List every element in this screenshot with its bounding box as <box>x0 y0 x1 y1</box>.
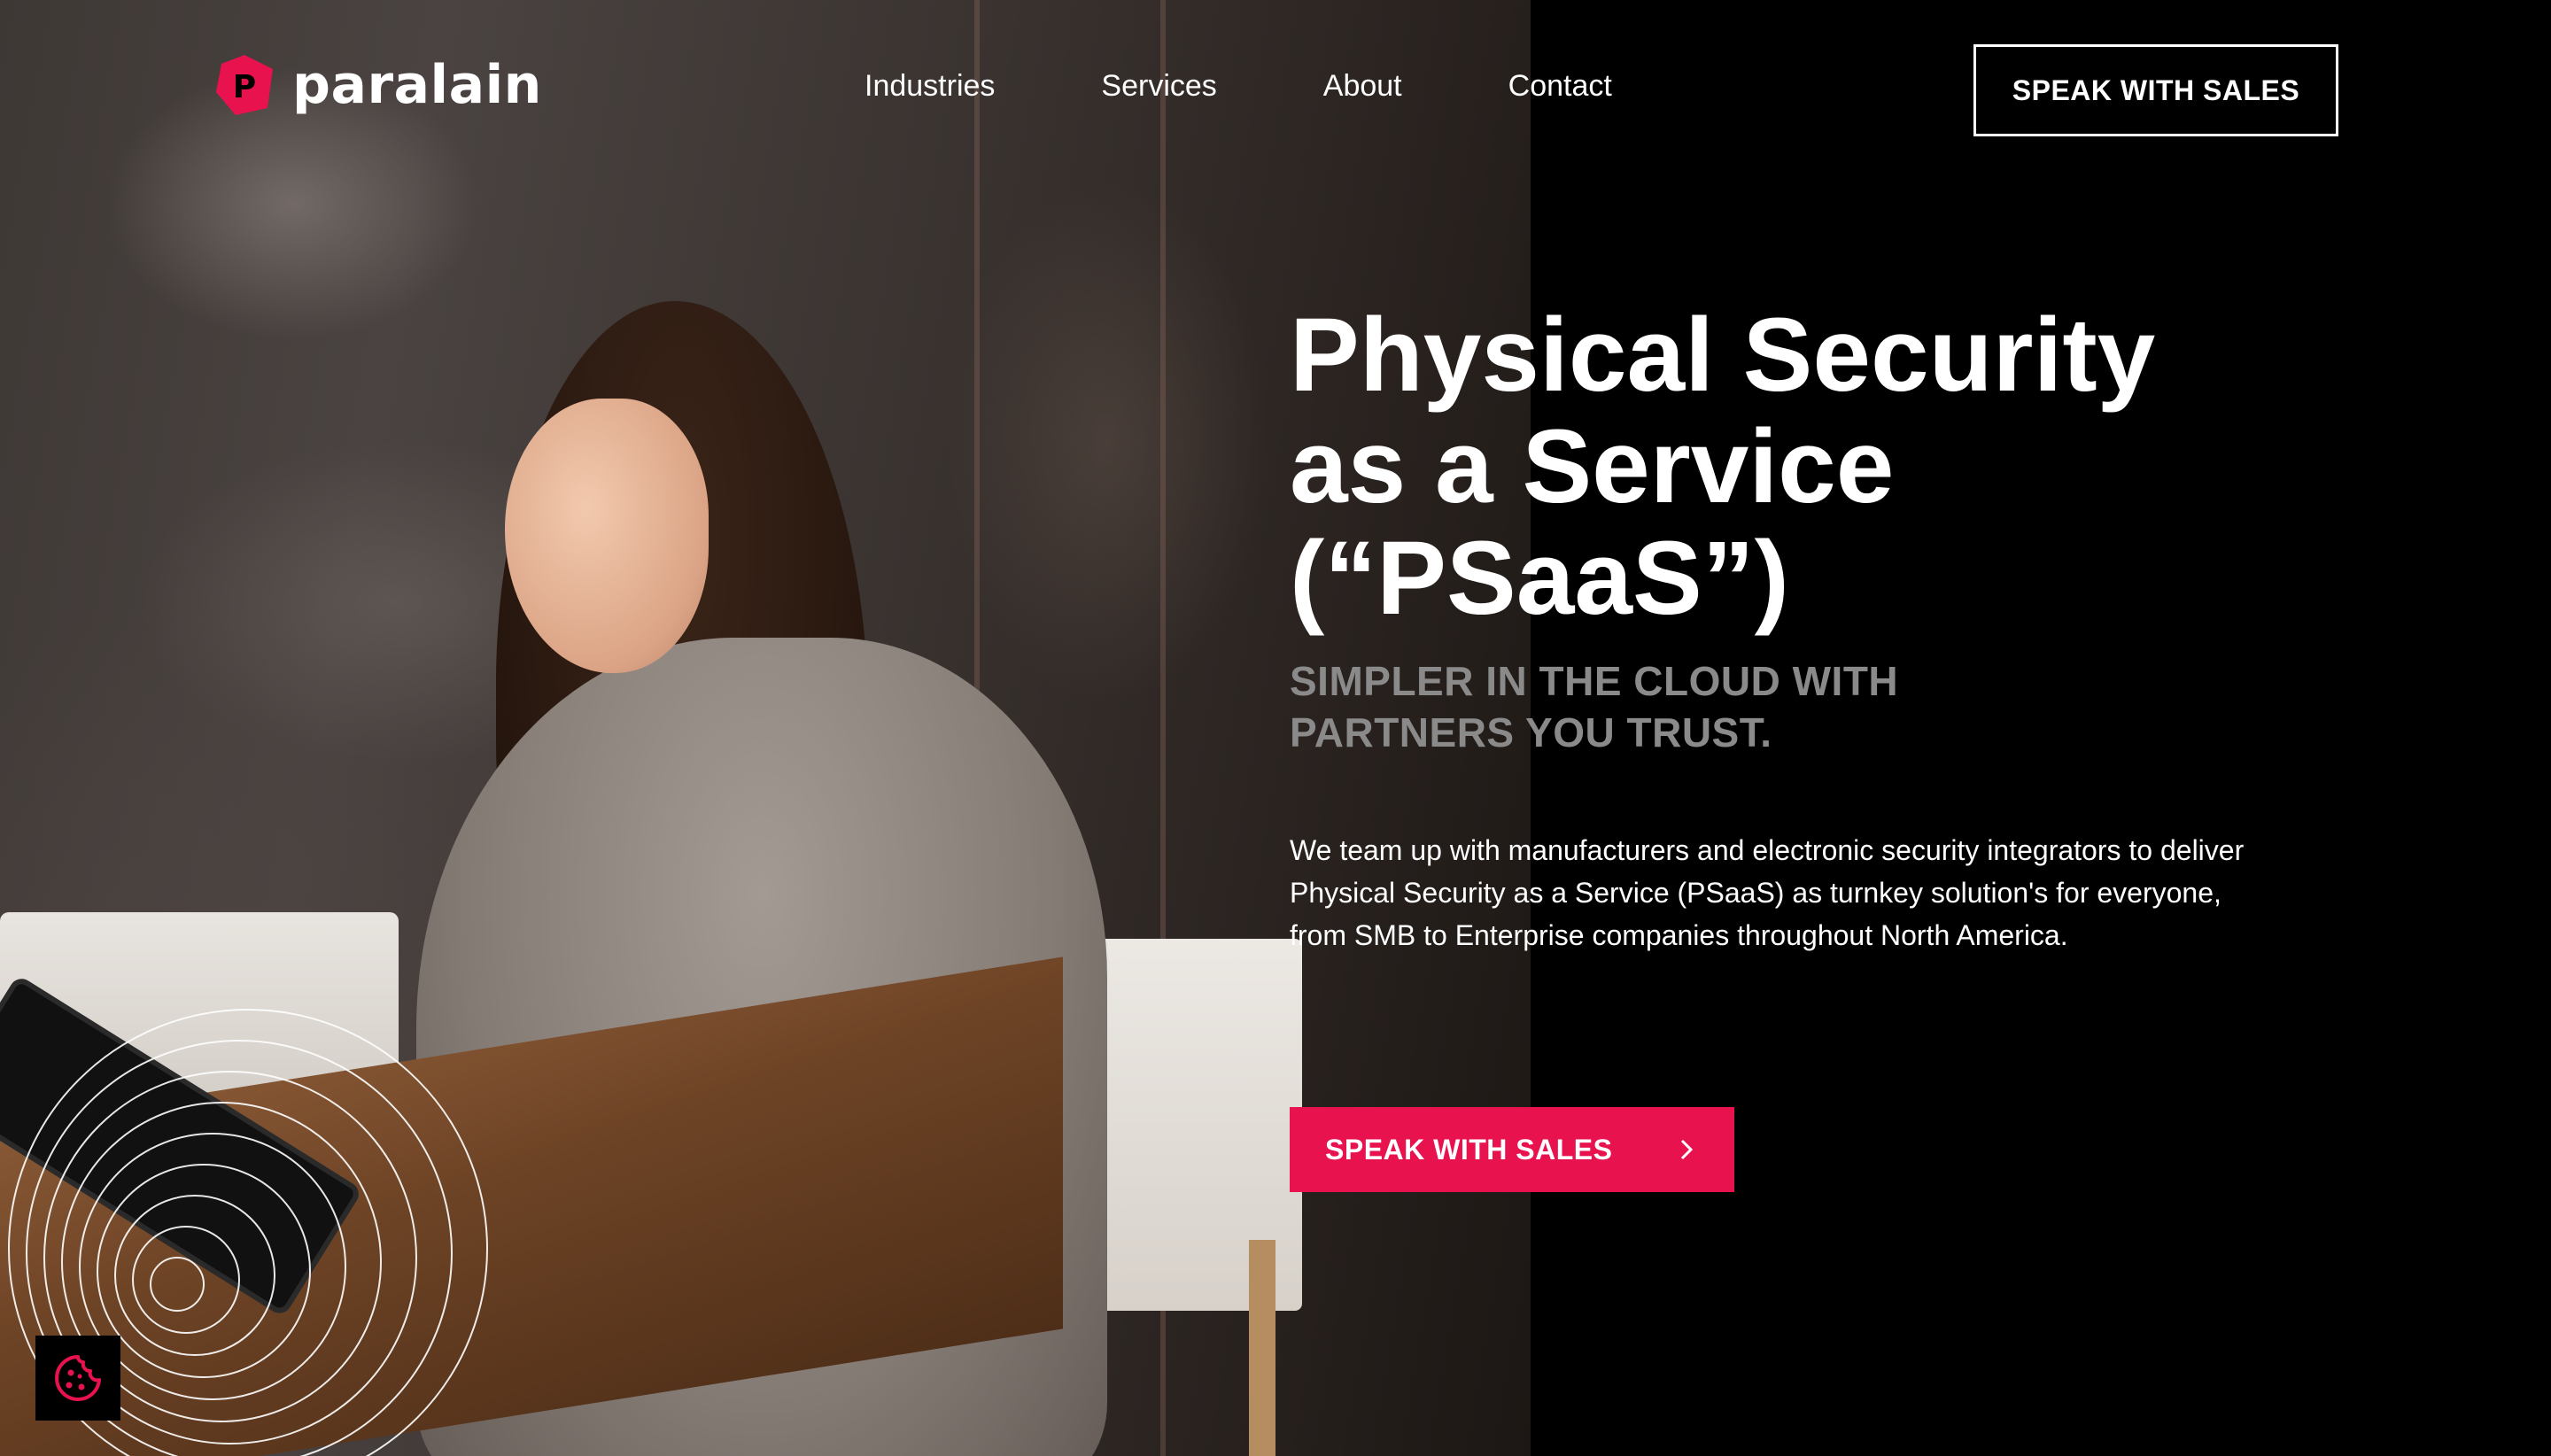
hero-title-line: as a Service <box>1290 408 1895 525</box>
hero-description: We team up with manufacturers and electr… <box>1290 834 2245 951</box>
nav-item-industries[interactable]: Industries <box>865 69 995 104</box>
cookie-icon <box>55 1355 101 1401</box>
hero-subtitle-line: SIMPLER IN THE CLOUD WITH <box>1290 658 1899 704</box>
logo-mark-icon: P <box>216 55 273 115</box>
hero-title-line: (“PSaaS”) <box>1290 520 1789 637</box>
nav-item-services[interactable]: Services <box>1101 69 1216 104</box>
chair-leg <box>1249 1240 1276 1456</box>
hero-subtitle-line: PARTNERS YOU TRUST. <box>1290 709 1772 755</box>
hero-title-line: Physical Security <box>1290 297 2156 414</box>
svg-text:P: P <box>233 69 256 105</box>
hero-title: Physical Security as a Service (“PSaaS”) <box>1290 299 2264 634</box>
nav-item-contact[interactable]: Contact <box>1508 69 1612 104</box>
main-nav: Industries Services About Contact <box>865 69 1612 104</box>
hero-subtitle: SIMPLER IN THE CLOUD WITH PARTNERS YOU T… <box>1290 655 2087 758</box>
brand-name: paralain <box>292 54 542 116</box>
hero-cta-label: SPEAK WITH SALES <box>1325 1133 1613 1166</box>
brand-logo[interactable]: P paralain <box>213 53 542 117</box>
nav-item-about[interactable]: About <box>1323 69 1402 104</box>
hero-speak-with-sales-button[interactable]: SPEAK WITH SALES <box>1290 1107 1734 1192</box>
header-speak-with-sales-button[interactable]: SPEAK WITH SALES <box>1973 44 2338 136</box>
cookie-settings-button[interactable] <box>35 1336 120 1421</box>
chevron-right-icon <box>1680 1139 1694 1160</box>
